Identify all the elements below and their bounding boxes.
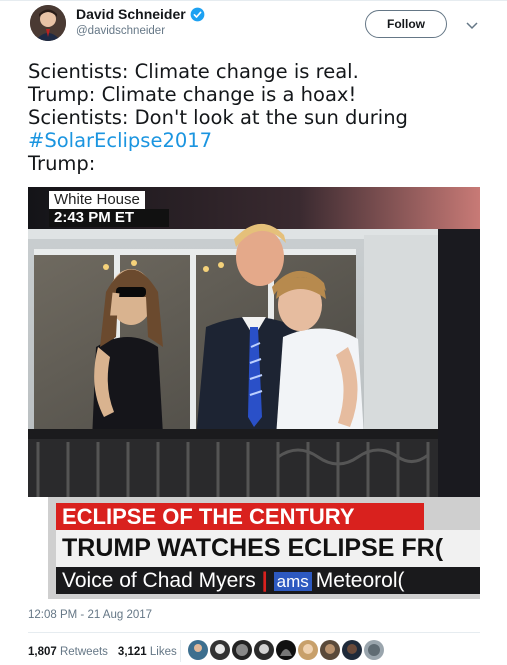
avatar[interactable] bbox=[30, 5, 66, 41]
author-handle[interactable]: @davidschneider bbox=[76, 25, 165, 37]
banner-tail: Meteorol( bbox=[315, 569, 405, 592]
liker-avatar[interactable] bbox=[298, 640, 318, 660]
banner-top: ECLIPSE OF THE CENTURY bbox=[56, 503, 424, 530]
retweets-stat[interactable]: 1,807 Retweets bbox=[28, 646, 108, 658]
tweet-line: Scientists: Don't look at the sun during bbox=[28, 106, 408, 129]
stats-divider bbox=[28, 632, 480, 633]
stats-separator bbox=[180, 640, 181, 662]
tweet-line: Scientists: Climate change is real. bbox=[28, 60, 359, 83]
verified-badge-icon bbox=[190, 7, 205, 22]
liker-avatar[interactable] bbox=[276, 640, 296, 660]
retweets-label: Retweets bbox=[59, 646, 108, 658]
liker-avatar[interactable] bbox=[342, 640, 362, 660]
retweets-count: 1,807 bbox=[28, 646, 57, 658]
tweet-text: Scientists: Climate change is real. Trum… bbox=[28, 60, 488, 175]
banner-headline: TRUMP WATCHES ECLIPSE FR( bbox=[56, 530, 480, 567]
tweet-header: David Schneider @davidschneider Follow bbox=[0, 0, 507, 48]
liker-avatar[interactable] bbox=[364, 640, 384, 660]
chevron-down-icon[interactable] bbox=[466, 18, 478, 30]
tweet-line: Trump: Climate change is a hoax! bbox=[28, 83, 357, 106]
follow-button[interactable]: Follow bbox=[365, 10, 447, 38]
name-row: David Schneider bbox=[76, 6, 205, 22]
tweet-stats: 1,807 Retweets 3,121 Likes bbox=[28, 646, 177, 658]
tweet-media-image[interactable]: White House 2:43 PM ET ECLIPSE OF THE CE… bbox=[28, 187, 480, 599]
likes-count: 3,121 bbox=[117, 646, 147, 658]
liker-avatar[interactable] bbox=[254, 640, 274, 660]
likes-stat[interactable]: 3,121 Likes bbox=[118, 646, 177, 658]
location-label: White House bbox=[49, 191, 145, 209]
banner-separator: | bbox=[261, 569, 268, 592]
liker-avatar[interactable] bbox=[232, 640, 252, 660]
time-label: 2:43 PM ET bbox=[49, 209, 169, 227]
liker-avatar[interactable] bbox=[320, 640, 340, 660]
banner-network: ams bbox=[273, 572, 312, 591]
liker-avatars bbox=[188, 640, 384, 660]
tweet-timestamp[interactable]: 12:08 PM - 21 Aug 2017 bbox=[28, 609, 152, 621]
banner-voice: Voice of Chad Myers bbox=[62, 569, 256, 592]
hashtag-link[interactable]: #SolarEclipse2017 bbox=[28, 129, 212, 152]
tweet-line: Trump: bbox=[28, 152, 96, 175]
author-name[interactable]: David Schneider bbox=[76, 6, 186, 22]
likes-label: Likes bbox=[149, 646, 177, 658]
banner-voice-row: Voice of Chad Myers | ams Meteorol( bbox=[56, 567, 480, 594]
liker-avatar[interactable] bbox=[188, 640, 208, 660]
liker-avatar[interactable] bbox=[210, 640, 230, 660]
